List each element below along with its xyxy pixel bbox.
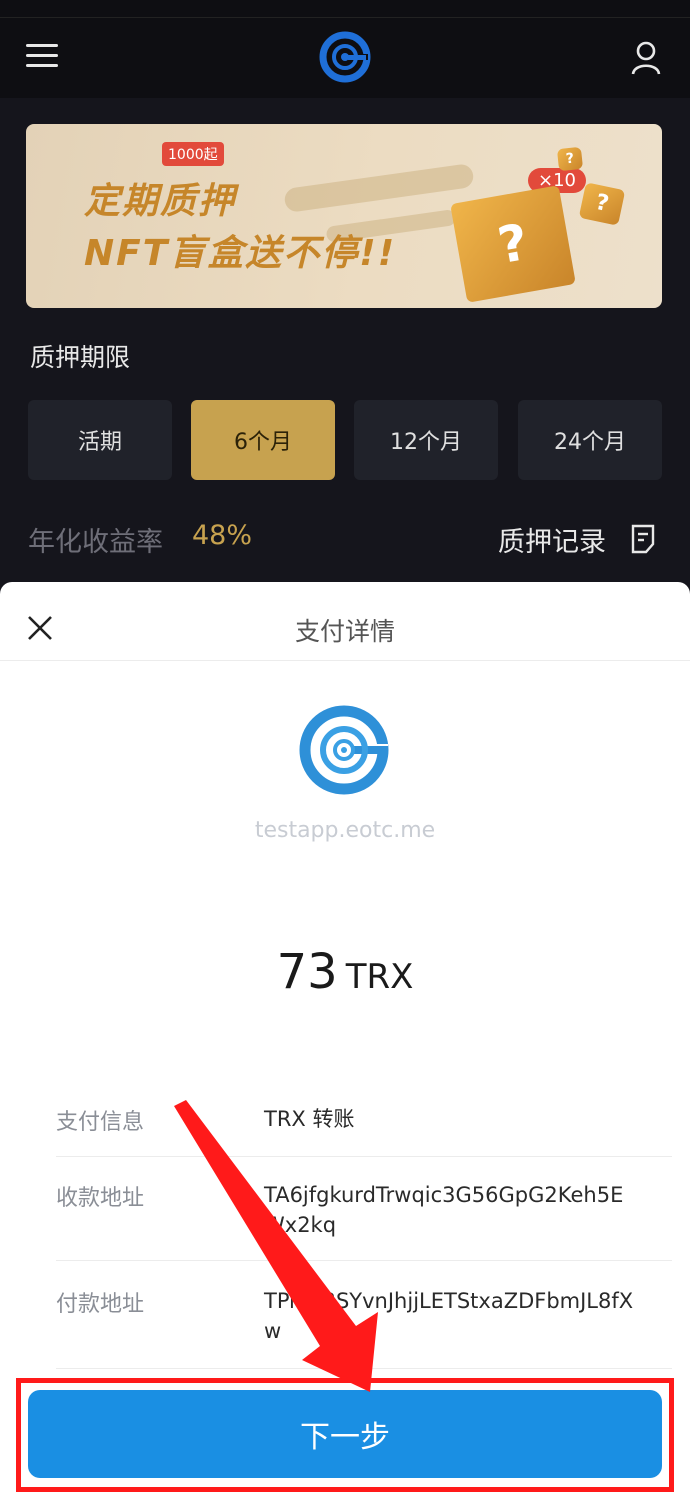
status-strip: [0, 0, 690, 18]
promo-banner[interactable]: 1000起 定期质押 NFT盲盒送不停!! ×10 ? ? ?: [26, 124, 662, 308]
divider: [56, 1260, 672, 1261]
mystery-box-icon: ?: [556, 146, 584, 172]
payment-amount: 73 TRX: [0, 944, 690, 1000]
banner-streak: [283, 162, 475, 214]
highlight-frame: [16, 1378, 674, 1492]
banner-headline: 定期质押: [84, 181, 237, 222]
top-header: [0, 18, 690, 98]
payment-details-sheet: 支付详情 testapp.eotc.me 73 TRX 支付信息 TRX 转账 收…: [0, 582, 690, 1499]
app-domain: testapp.eotc.me: [254, 818, 436, 843]
period-option-24-months[interactable]: 24个月: [518, 400, 662, 480]
annual-rate-label: 年化收益率: [28, 527, 163, 558]
app-logo-icon: [299, 705, 389, 795]
hamburger-menu-icon[interactable]: [26, 44, 58, 70]
divider: [56, 1368, 672, 1369]
divider: [56, 1156, 672, 1157]
receiving-address-label: 收款地址: [56, 1186, 145, 1211]
eotc-logo-icon[interactable]: [318, 30, 372, 84]
sheet-title: 支付详情: [294, 617, 395, 646]
document-list-icon[interactable]: [630, 524, 656, 554]
banner-tag: 1000起: [162, 142, 224, 166]
amount-value: 73: [276, 944, 338, 1000]
user-profile-icon[interactable]: [630, 40, 662, 76]
payment-info-value: TRX 转账: [264, 1107, 355, 1131]
paying-address-value: TPi4Z3SYvnJhjjLETStxaZDFbmJL8fXw: [264, 1289, 634, 1343]
amount-unit: TRX: [345, 957, 414, 997]
receiving-address-value: TA6jfgkurdTrwqic3G56GpG2Keh5EWx2kq: [264, 1183, 624, 1237]
paying-address-label: 付款地址: [56, 1292, 145, 1317]
stake-records-link[interactable]: 质押记录: [498, 520, 606, 559]
divider: [0, 660, 690, 661]
banner-subheadline: NFT盲盒送不停!!: [84, 233, 397, 274]
annual-rate-value: 48%: [192, 520, 253, 551]
mystery-box-icon: ?: [450, 185, 576, 303]
stake-period-title: 质押期限: [30, 343, 131, 372]
period-option-flexible[interactable]: 活期: [28, 400, 172, 480]
period-option-6-months[interactable]: 6个月: [191, 400, 335, 480]
payment-info-label: 支付信息: [56, 1110, 145, 1135]
mystery-box-icon: ?: [578, 182, 626, 226]
period-option-12-months[interactable]: 12个月: [354, 400, 498, 480]
